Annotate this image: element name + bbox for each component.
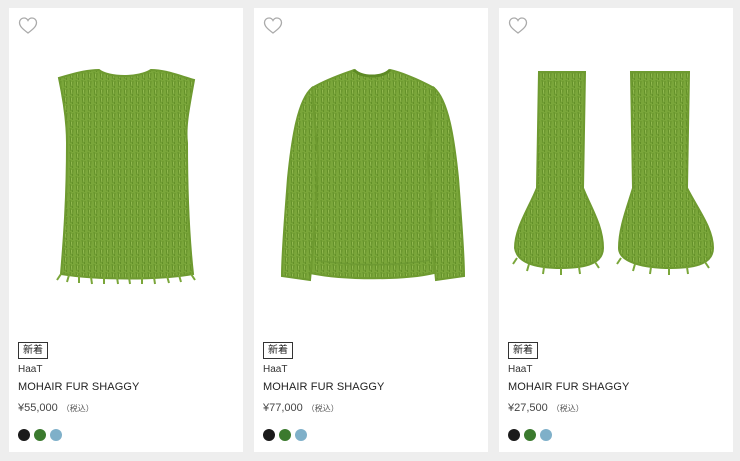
product-price: ¥55,000 （税込）	[18, 402, 94, 414]
color-swatch-black[interactable]	[508, 429, 520, 441]
brand-name[interactable]: HaaT	[18, 364, 42, 375]
product-image[interactable]	[254, 48, 488, 308]
price-value: ¥77,000	[263, 402, 303, 414]
sweater-illustration	[280, 68, 466, 282]
color-swatch-black[interactable]	[18, 429, 30, 441]
heart-outline-icon[interactable]	[18, 16, 38, 36]
new-arrival-badge: 新着	[18, 342, 48, 359]
color-swatch-green[interactable]	[524, 429, 536, 441]
color-swatch-blue[interactable]	[50, 429, 62, 441]
color-swatch-black[interactable]	[263, 429, 275, 441]
product-image[interactable]	[499, 48, 733, 308]
leg-warmers-illustration	[512, 71, 715, 275]
price-value: ¥27,500	[508, 402, 548, 414]
tax-note: （税込）	[306, 404, 339, 413]
tax-note: （税込）	[61, 404, 94, 413]
product-price: ¥27,500 （税込）	[508, 402, 584, 414]
color-swatches	[18, 429, 62, 441]
product-card[interactable]: 新着 HaaT MOHAIR FUR SHAGGY ¥77,000 （税込）	[254, 8, 488, 452]
color-swatches	[263, 429, 307, 441]
new-arrival-badge: 新着	[508, 342, 538, 359]
heart-outline-icon[interactable]	[508, 16, 528, 36]
product-grid: 新着 HaaT MOHAIR FUR SHAGGY ¥55,000 （税込） 新…	[0, 0, 740, 461]
new-arrival-badge: 新着	[263, 342, 293, 359]
color-swatch-blue[interactable]	[295, 429, 307, 441]
product-image[interactable]	[9, 48, 243, 308]
color-swatches	[508, 429, 552, 441]
product-card[interactable]: 新着 HaaT MOHAIR FUR SHAGGY ¥55,000 （税込）	[9, 8, 243, 452]
product-name[interactable]: MOHAIR FUR SHAGGY	[508, 381, 630, 393]
product-card[interactable]: 新着 HaaT MOHAIR FUR SHAGGY ¥27,500 （税込）	[499, 8, 733, 452]
color-swatch-blue[interactable]	[540, 429, 552, 441]
color-swatch-green[interactable]	[34, 429, 46, 441]
heart-outline-icon[interactable]	[263, 16, 283, 36]
product-name[interactable]: MOHAIR FUR SHAGGY	[263, 381, 385, 393]
tax-note: （税込）	[551, 404, 584, 413]
product-price: ¥77,000 （税込）	[263, 402, 339, 414]
price-value: ¥55,000	[18, 402, 58, 414]
vest-illustration	[56, 68, 196, 285]
brand-name[interactable]: HaaT	[263, 364, 287, 375]
brand-name[interactable]: HaaT	[508, 364, 532, 375]
product-name[interactable]: MOHAIR FUR SHAGGY	[18, 381, 140, 393]
color-swatch-green[interactable]	[279, 429, 291, 441]
